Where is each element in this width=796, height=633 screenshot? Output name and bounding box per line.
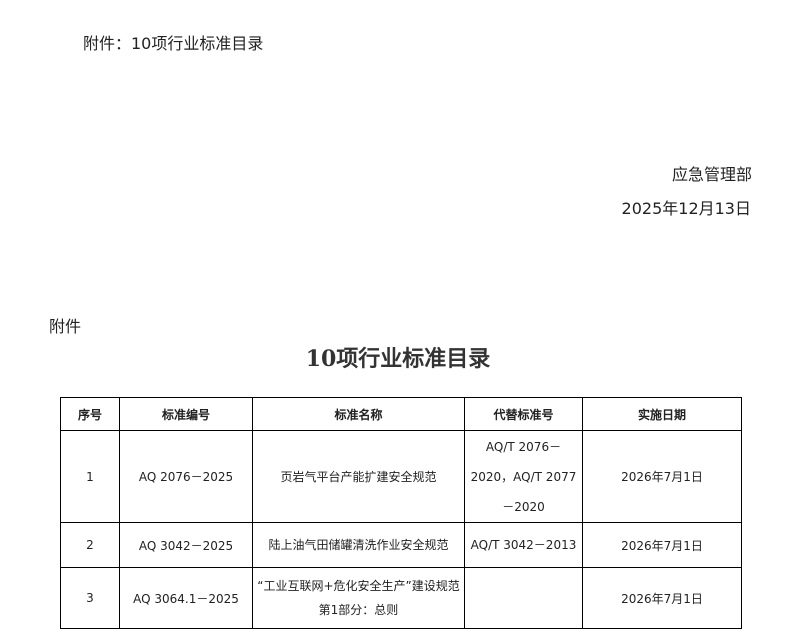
cell-effective: 2026年7月1日	[582, 522, 742, 568]
appendix-title: 10项行业标准目录	[305, 346, 491, 372]
cell-name: “工业互联网+危化安全生产”建设规范 第1部分：总则	[252, 567, 465, 629]
cell-code: AQ 3042－2025	[119, 522, 253, 568]
column-header-name: 标准名称	[252, 397, 465, 431]
issuer-name: 应急管理部	[671, 165, 752, 184]
cell-replaces: AQ/T 3042－2013	[464, 522, 583, 568]
standards-table: 序号 标准编号 标准名称 代替标准号 实施日期 1 AQ 2076－2025 页…	[60, 397, 742, 629]
cell-code: AQ 2076－2025	[119, 430, 253, 523]
cell-no: 3	[60, 567, 120, 629]
cell-name: 陆上油气田储罐清洗作业安全规范	[252, 522, 465, 568]
cell-effective: 2026年7月1日	[582, 567, 742, 629]
column-header-effective: 实施日期	[582, 397, 742, 431]
cell-code: AQ 3064.1－2025	[119, 567, 253, 629]
cell-replaces: AQ/T 2076－2020，AQ/T 2077－2020	[464, 430, 583, 523]
table-row: 1 AQ 2076－2025 页岩气平台产能扩建安全规范 AQ/T 2076－2…	[60, 430, 742, 523]
table-row: 2 AQ 3042－2025 陆上油气田储罐清洗作业安全规范 AQ/T 3042…	[60, 522, 742, 568]
cell-effective: 2026年7月1日	[582, 430, 742, 523]
table-row: 3 AQ 3064.1－2025 “工业互联网+危化安全生产”建设规范 第1部分…	[60, 567, 742, 629]
appendix-label: 附件	[49, 317, 82, 336]
column-header-code: 标准编号	[119, 397, 253, 431]
attachment-line: 附件：10项行业标准目录	[83, 34, 264, 53]
column-header-no: 序号	[60, 397, 120, 431]
cell-replaces	[464, 567, 583, 629]
issue-date: 2025年12月13日	[621, 199, 751, 218]
cell-no: 1	[60, 430, 120, 523]
column-header-replaces: 代替标准号	[464, 397, 583, 431]
cell-no: 2	[60, 522, 120, 568]
cell-name: 页岩气平台产能扩建安全规范	[252, 430, 465, 523]
table-header-row: 序号 标准编号 标准名称 代替标准号 实施日期	[60, 397, 742, 431]
